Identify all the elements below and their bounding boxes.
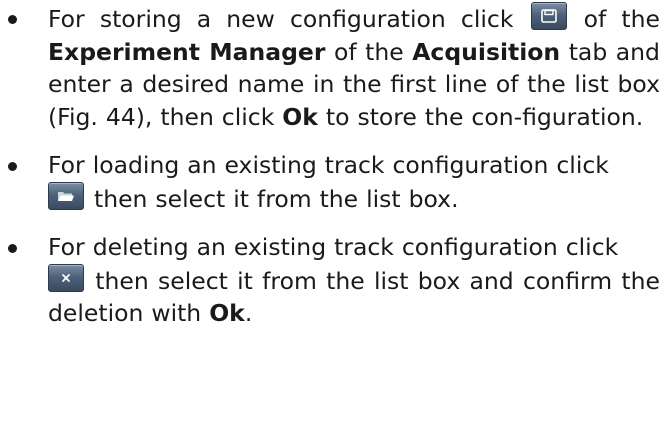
- item-text: For storing a new configuration click: [48, 5, 514, 33]
- item-bold-text: Ok: [209, 299, 245, 327]
- item-text: For deleting an existing track configura…: [48, 233, 619, 261]
- open-button[interactable]: [48, 181, 84, 210]
- list-item-store-configuration: For storing a new configuration click of…: [0, 2, 664, 133]
- item-text: of the: [333, 37, 404, 66]
- bullet: [8, 244, 17, 253]
- save-button[interactable]: [530, 2, 567, 30]
- item-bold-text: Acquisition: [412, 37, 561, 66]
- delete-icon: [62, 273, 70, 282]
- open-folder-icon: [58, 191, 74, 201]
- item-bold-text: Experiment Manager: [48, 37, 326, 66]
- item-text: then select it from the list box and con…: [48, 266, 660, 328]
- save-icon: [540, 9, 557, 23]
- item-text: of the: [583, 5, 660, 33]
- item-text: to store the con-figuration.: [325, 102, 644, 131]
- list-item-delete-configuration: For deleting an existing track configura…: [0, 231, 664, 330]
- instruction-list: For storing a new configuration click of…: [0, 0, 664, 330]
- delete-button[interactable]: [48, 263, 84, 292]
- bullet: [8, 15, 17, 24]
- item-bold-text: Ok: [282, 102, 318, 131]
- item-text: then select it from the list box.: [93, 184, 459, 213]
- item-text: For loading an existing track configurat…: [48, 151, 609, 179]
- item-text: .: [244, 299, 253, 327]
- list-item-load-configuration: For loading an existing track configurat…: [0, 149, 664, 215]
- bullet: [8, 162, 17, 171]
